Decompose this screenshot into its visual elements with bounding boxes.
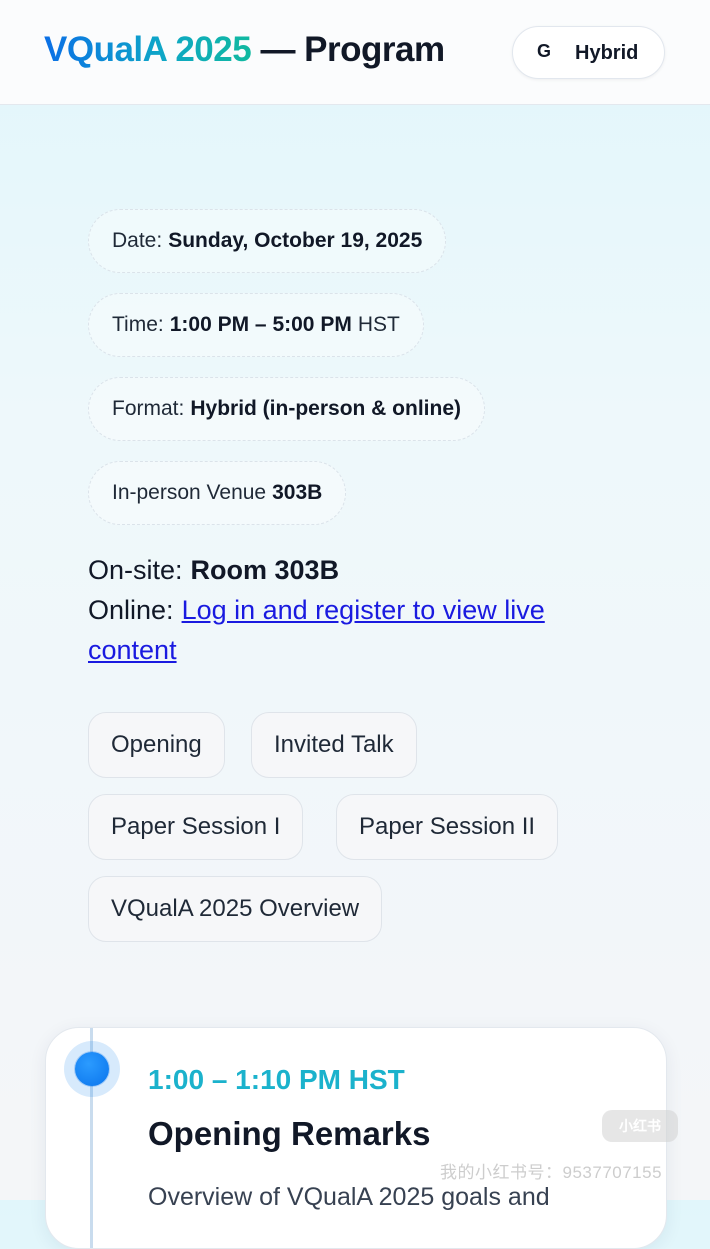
app-header: VQualA 2025 — Program G Hybrid <box>0 0 710 105</box>
filter-chip-opening[interactable]: Opening <box>88 712 225 778</box>
timeline-dot-icon <box>75 1052 109 1086</box>
online-register-link-continued[interactable]: content <box>88 635 177 665</box>
watermark-badge: 小红书 <box>602 1110 678 1142</box>
filter-chip-paper-session-1[interactable]: Paper Session I <box>88 794 304 860</box>
onsite-line: On-site: Room 303B <box>88 555 339 586</box>
filter-chip-paper-session-2[interactable]: Paper Session II <box>336 794 559 860</box>
format-value: Hybrid (in-person & online) <box>190 397 462 420</box>
format-toggle-label: Hybrid <box>575 42 639 64</box>
page-title-suffix: — Program <box>260 30 445 69</box>
date-pill: Date: Sunday, October 19, 2025 <box>88 209 447 273</box>
onsite-label: On-site: <box>88 555 183 585</box>
session-title: Opening Remarks <box>148 1115 431 1152</box>
filter-chip-invited-talk[interactable]: Invited Talk <box>251 712 417 778</box>
format-toggle-button[interactable]: G Hybrid <box>512 26 665 79</box>
format-pill: Format: Hybrid (in-person & online) <box>88 377 486 441</box>
time-pill: Time: 1:00 PM – 5:00 PM HST <box>88 293 424 357</box>
watermark-text: 我的小红书号：9537707155 <box>440 1163 663 1182</box>
date-label: Date: <box>112 229 163 252</box>
time-label: Time: <box>112 313 164 336</box>
brand-name: VQualA 2025 <box>44 30 252 69</box>
filter-chip-overview[interactable]: VQualA 2025 Overview <box>88 876 383 942</box>
session-description: Overview of VQualA 2025 goals and <box>148 1183 550 1211</box>
online-register-link[interactable]: Log in and register to view live <box>182 595 545 625</box>
page-title: VQualA 2025 — Program <box>44 30 445 70</box>
schedule-item: 1:00 – 1:10 PM HST Opening Remarks Overv… <box>45 1027 667 1249</box>
format-label: Format: <box>112 397 185 420</box>
online-line: Online: Log in and register to view live <box>88 595 545 626</box>
venue-label: In-person Venue <box>112 481 267 504</box>
date-value: Sunday, October 19, 2025 <box>168 229 423 252</box>
onsite-room: Room 303B <box>190 555 340 585</box>
venue-value: 303B <box>272 481 323 504</box>
google-g-icon: G <box>537 41 552 61</box>
online-label: Online: <box>88 595 174 625</box>
timezone: HST <box>357 313 400 336</box>
time-value: 1:00 PM – 5:00 PM <box>169 313 352 336</box>
venue-pill: In-person Venue 303B <box>88 461 347 525</box>
session-time: 1:00 – 1:10 PM HST <box>148 1064 405 1095</box>
online-line-continued: content <box>88 635 177 666</box>
